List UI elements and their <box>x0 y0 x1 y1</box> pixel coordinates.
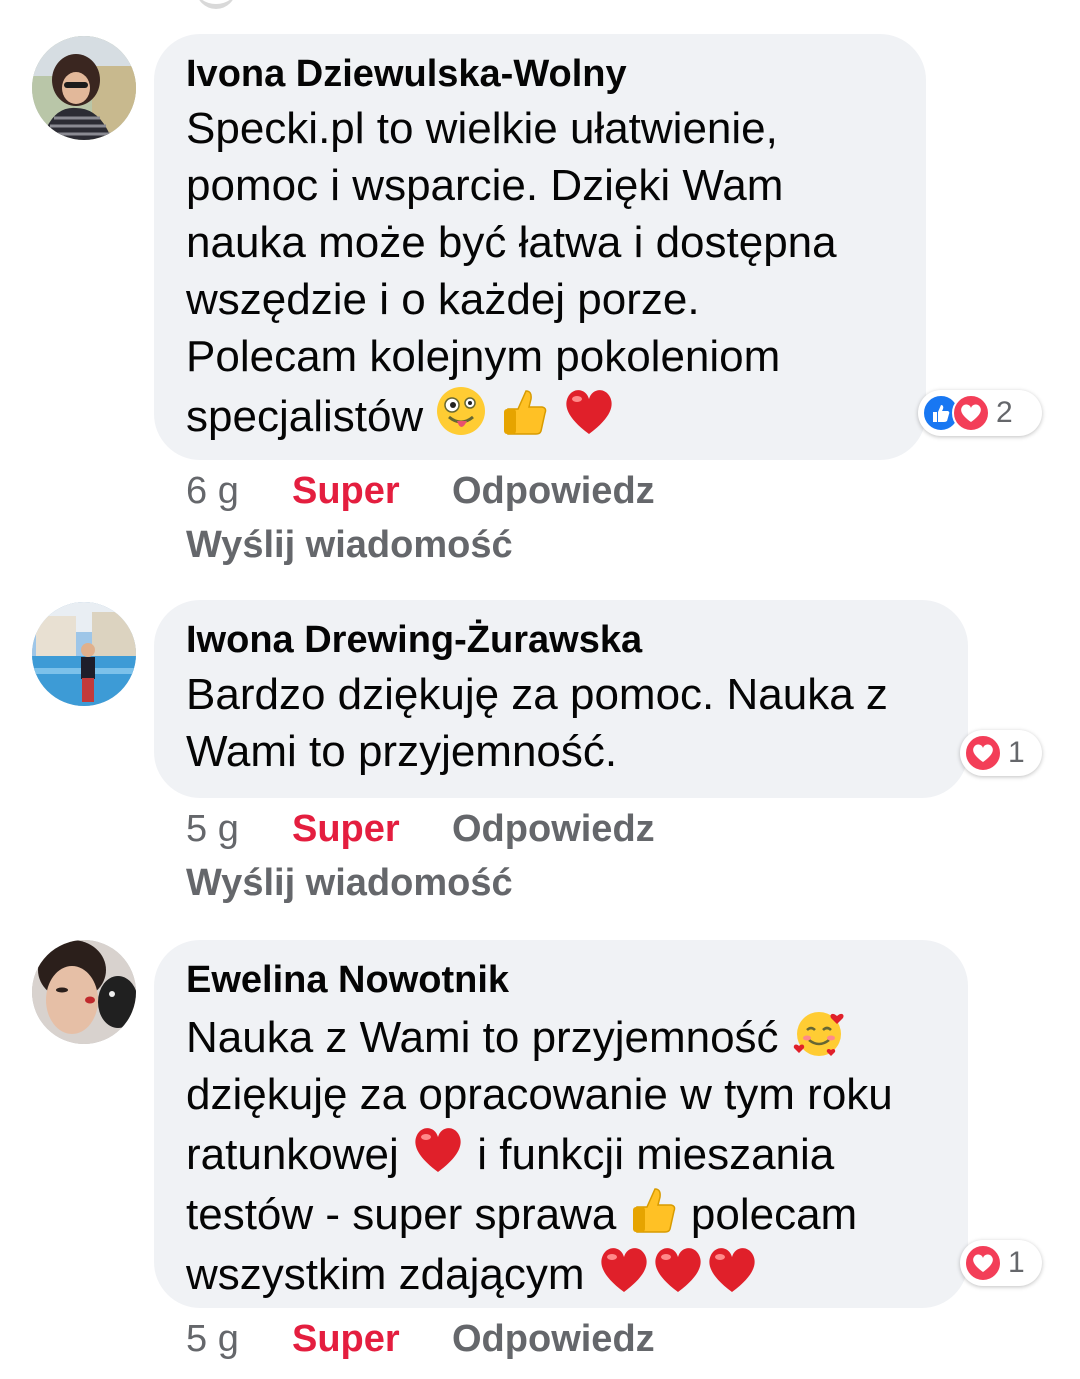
comment-text: Specki.pl to wielkie ułatwienie, pomoc i… <box>186 100 894 445</box>
comment-timestamp[interactable]: 5 g <box>186 1316 292 1362</box>
comment-line: Polecam kolejnym pokoleniom <box>186 332 781 381</box>
red-heart-emoji-icon <box>411 1123 465 1175</box>
reaction-count: 2 <box>996 396 1013 429</box>
comment-line-text: testów - super sprawa <box>186 1190 617 1239</box>
avatar[interactable] <box>32 36 136 140</box>
comment-line: ratunkowej i funkcji mieszania <box>186 1123 936 1183</box>
love-icon <box>964 1244 1002 1282</box>
comment-line-text: wszystkim zdającym <box>186 1250 585 1299</box>
comment-line: Nauka z Wami to przyjemność <box>186 1006 936 1066</box>
red-heart-emoji-icon <box>562 385 616 437</box>
reaction-count: 1 <box>1008 736 1025 769</box>
comment-line: Wami to przyjemność. <box>186 727 618 776</box>
red-heart-emoji-icon <box>705 1243 759 1295</box>
comment-line-text: polecam <box>690 1190 858 1239</box>
comment-line-text: Nauka z Wami to przyjemność <box>186 1013 779 1062</box>
love-icon <box>964 734 1002 772</box>
comment-line-text: i funkcji mieszania <box>477 1130 835 1179</box>
author-name[interactable]: Ewelina Nowotnik <box>186 958 936 1002</box>
comment-line-text: ratunkowej <box>186 1130 399 1179</box>
love-icon <box>952 394 990 432</box>
reaction-summary[interactable]: 1 <box>960 1240 1042 1286</box>
reaction-summary[interactable]: 2 <box>918 390 1042 436</box>
comment-text: Nauka z Wami to przyjemność dziękuję za … <box>186 1006 936 1303</box>
reaction-count: 1 <box>1008 1246 1025 1279</box>
comment-line: wszystkim zdającym <box>186 1243 936 1303</box>
reply-button[interactable]: Odpowiedz <box>452 806 655 852</box>
send-message-button[interactable]: Wyślij wiadomość <box>186 860 513 906</box>
comment-bubble: Ivona Dziewulska-Wolny Specki.pl to wiel… <box>154 34 926 460</box>
author-name[interactable]: Iwona Drewing-Żurawska <box>186 618 936 662</box>
comment-actions: 6 g Super Odpowiedz <box>186 468 655 514</box>
comment-bubble: Ewelina Nowotnik Nauka z Wami to przyjem… <box>154 940 968 1308</box>
comment-actions: 5 g Super Odpowiedz <box>186 806 655 852</box>
comment-line: wszędzie i o każdej porze. <box>186 275 700 324</box>
comments-page: Ivona Dziewulska-Wolny Specki.pl to wiel… <box>0 0 1080 1379</box>
comment-bubble: Iwona Drewing-Żurawska Bardzo dziękuję z… <box>154 600 968 798</box>
comment-line: nauka może być łatwa i dostępna <box>186 218 837 267</box>
reply-button[interactable]: Odpowiedz <box>452 1316 655 1362</box>
comment-line: testów - super sprawa polecam <box>186 1183 936 1243</box>
send-message-button[interactable]: Wyślij wiadomość <box>186 522 513 568</box>
super-reaction-button[interactable]: Super <box>292 1316 452 1362</box>
comment-line: dziękuję za opracowanie w tym roku <box>186 1070 893 1119</box>
reaction-summary[interactable]: 1 <box>960 730 1042 776</box>
super-reaction-button[interactable]: Super <box>292 806 452 852</box>
previous-content-fragment <box>196 0 236 9</box>
crazy-face-emoji-icon <box>435 385 487 437</box>
comment-line: Bardzo dziękuję za pomoc. Nauka z <box>186 670 888 719</box>
comment-text: Bardzo dziękuję za pomoc. Nauka z Wami t… <box>186 666 936 780</box>
comment-line-text: specjalistów <box>186 392 424 441</box>
thumbs-up-emoji-icon <box>629 1183 679 1235</box>
comment-timestamp[interactable]: 6 g <box>186 468 292 514</box>
comment-line: pomoc i wsparcie. Dzięki Wam <box>186 161 784 210</box>
comment-line: specjalistów <box>186 385 894 445</box>
comment-actions: 5 g Super Odpowiedz <box>186 1316 655 1362</box>
avatar[interactable] <box>32 602 136 706</box>
red-heart-emoji-icon <box>597 1243 651 1295</box>
comment-line: Specki.pl to wielkie ułatwienie, <box>186 104 778 153</box>
smiling-face-with-hearts-emoji-icon <box>791 1006 847 1058</box>
super-reaction-button[interactable]: Super <box>292 468 452 514</box>
comment-timestamp[interactable]: 5 g <box>186 806 292 852</box>
reply-button[interactable]: Odpowiedz <box>452 468 655 514</box>
avatar[interactable] <box>32 940 136 1044</box>
thumbs-up-emoji-icon <box>500 385 550 437</box>
red-heart-emoji-icon <box>651 1243 705 1295</box>
author-name[interactable]: Ivona Dziewulska-Wolny <box>186 52 894 96</box>
